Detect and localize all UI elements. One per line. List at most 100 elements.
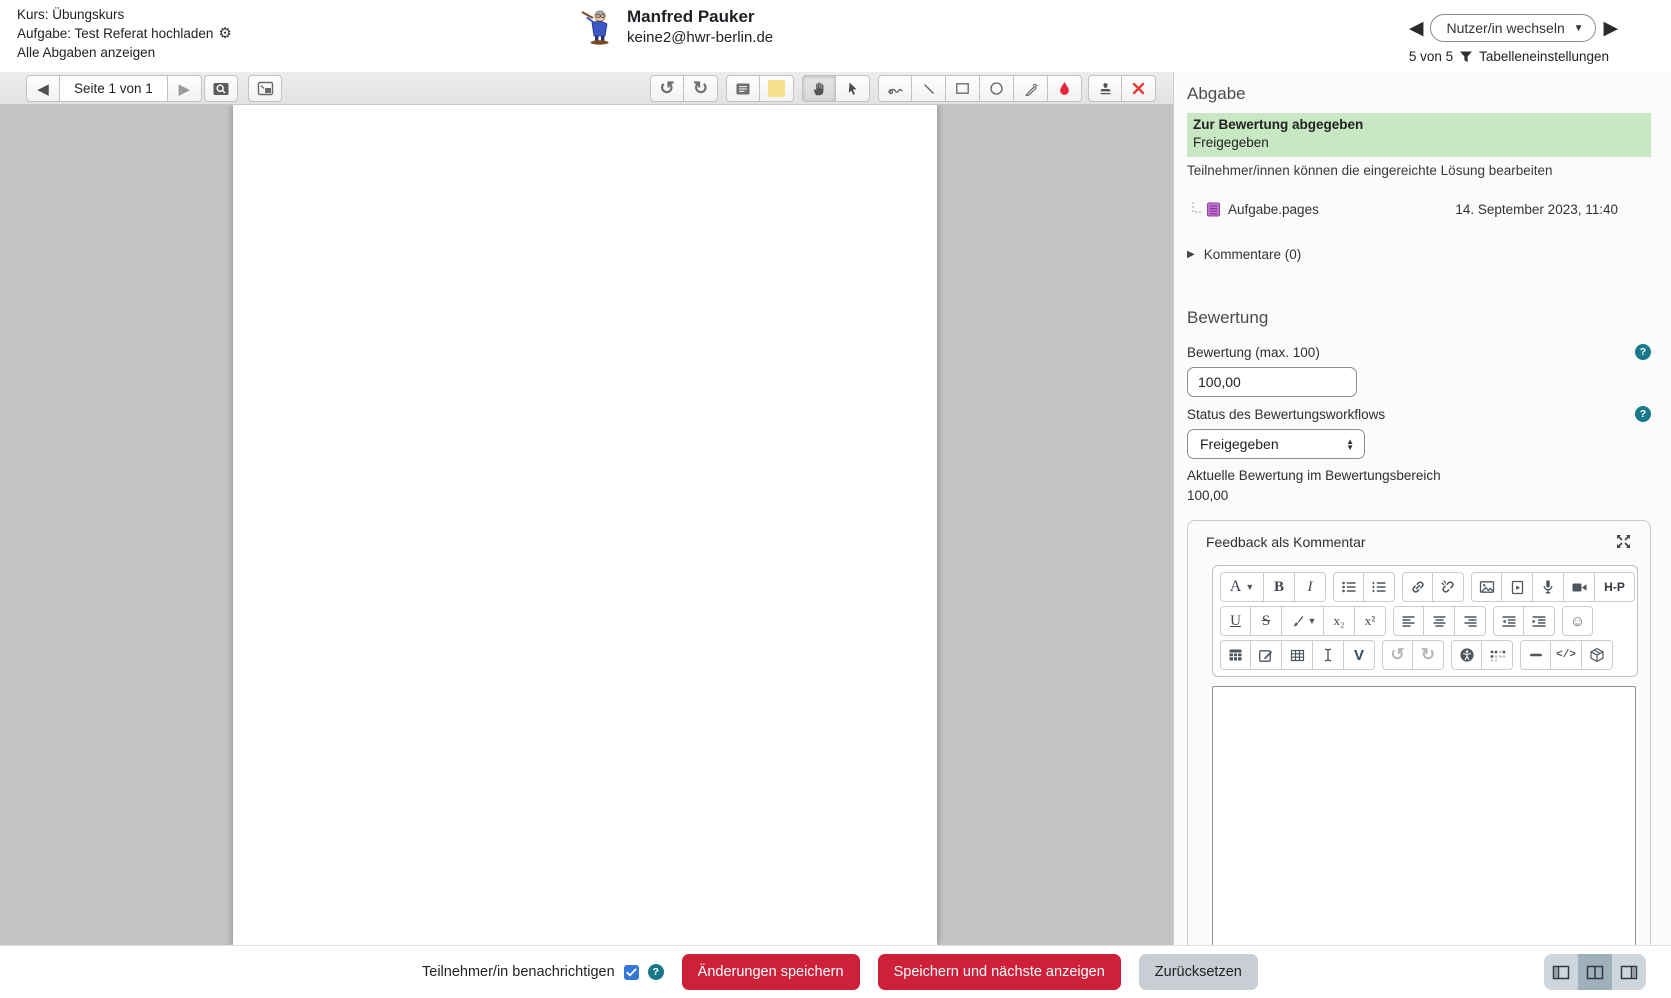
expand-view-button[interactable] xyxy=(248,75,282,102)
cursor-arrow-icon xyxy=(848,82,857,95)
notify-checkbox[interactable] xyxy=(623,964,639,980)
settings-gear-icon[interactable]: ⚙ xyxy=(218,24,231,43)
paintbrush-icon xyxy=(1292,615,1303,626)
rotate-left-button[interactable]: ↺ xyxy=(650,75,684,102)
underline-button[interactable]: U xyxy=(1220,606,1251,636)
sketchfab-embed-button[interactable] xyxy=(1582,640,1613,670)
accessibility-checker-button[interactable] xyxy=(1451,640,1482,670)
layout-left-icon xyxy=(1552,965,1570,979)
fullscreen-expand-icon[interactable] xyxy=(1615,533,1632,550)
paragraph-style-button[interactable]: A ▼ xyxy=(1220,572,1264,602)
table-icon xyxy=(1290,649,1304,661)
unlink-button[interactable] xyxy=(1433,572,1464,602)
undo-button[interactable]: ↺ xyxy=(1382,640,1413,670)
superscript-button[interactable]: x² xyxy=(1355,606,1386,636)
text-color-button[interactable]: ▼ xyxy=(1282,606,1324,636)
h5p-button[interactable]: H-P xyxy=(1595,572,1635,602)
view-all-submissions-link[interactable]: Alle Abgaben anzeigen xyxy=(17,43,232,62)
indent-icon xyxy=(1532,615,1546,627)
layout-split-button[interactable] xyxy=(1578,954,1612,990)
workflow-help-icon[interactable]: ? xyxy=(1635,406,1651,422)
manage-files-button[interactable] xyxy=(1251,640,1282,670)
user-email: keine2@hwr-berlin.de xyxy=(627,29,774,46)
previous-page-button[interactable]: ◀ xyxy=(26,75,60,102)
rotate-left-icon: ↺ xyxy=(659,78,675,98)
numbered-list-icon xyxy=(1372,581,1386,593)
next-user-arrow[interactable]: ▶ xyxy=(1603,19,1618,38)
search-comments-button[interactable] xyxy=(204,75,238,102)
review-panel: Abgabe Zur Bewertung abgegeben Freigegeb… xyxy=(1173,72,1671,970)
rectangle-tool-button[interactable] xyxy=(946,75,980,102)
layout-collapse-review-button[interactable] xyxy=(1544,954,1578,990)
strikethrough-button[interactable]: S xyxy=(1251,606,1282,636)
horizontal-rule-button[interactable] xyxy=(1520,640,1551,670)
comments-label: Kommentare (0) xyxy=(1203,247,1302,262)
align-right-button[interactable] xyxy=(1455,606,1486,636)
insert-image-button[interactable] xyxy=(1471,572,1502,602)
redo-button[interactable]: ↻ xyxy=(1413,640,1444,670)
ordered-list-button[interactable] xyxy=(1364,572,1395,602)
table-settings-link[interactable]: Tabelleneinstellungen xyxy=(1479,49,1609,64)
screenreader-helper-button[interactable] xyxy=(1482,640,1513,670)
previous-user-arrow[interactable]: ◀ xyxy=(1409,19,1424,38)
drag-tool-button[interactable] xyxy=(802,75,836,102)
bold-button[interactable]: B xyxy=(1264,572,1295,602)
delete-x-icon xyxy=(1132,82,1145,95)
red-droplet-icon xyxy=(1060,82,1069,95)
unordered-list-button[interactable] xyxy=(1333,572,1364,602)
feedback-textarea[interactable] xyxy=(1212,686,1636,958)
record-video-button[interactable] xyxy=(1564,572,1595,602)
rotate-right-icon: ↻ xyxy=(692,78,709,98)
filter-icon[interactable] xyxy=(1459,50,1473,64)
ellipse-tool-button[interactable] xyxy=(980,75,1014,102)
highlighter-tool-button[interactable] xyxy=(1014,75,1048,102)
workflow-select[interactable]: Freigegeben ▲ ▼ xyxy=(1187,429,1365,459)
course-label: Kurs: Übungskurs xyxy=(17,7,125,22)
delete-annotation-button[interactable] xyxy=(1122,75,1156,102)
select-tool-button[interactable] xyxy=(836,75,870,102)
insert-media-button[interactable] xyxy=(1502,572,1533,602)
subscript-button[interactable]: x₂ xyxy=(1324,606,1355,636)
outdent-button[interactable] xyxy=(1493,606,1524,636)
user-select-dropdown[interactable]: Nutzer/in wechseln ▼ xyxy=(1430,14,1597,42)
clear-formatting-button[interactable] xyxy=(1313,640,1344,670)
comments-list-button[interactable] xyxy=(726,75,760,102)
layout-collapse-grade-button[interactable] xyxy=(1612,954,1646,990)
indent-button[interactable] xyxy=(1524,606,1555,636)
outdent-icon xyxy=(1502,615,1515,627)
submission-file-name[interactable]: Aufgabe.pages xyxy=(1228,202,1319,217)
equation-button[interactable] xyxy=(1220,640,1251,670)
wiris-math-button[interactable]: V xyxy=(1344,640,1375,670)
microphone-icon xyxy=(1543,580,1553,594)
save-and-next-button[interactable]: Speichern und nächste anzeigen xyxy=(877,954,1121,990)
emoji-button[interactable]: ☺ xyxy=(1562,606,1593,636)
highlighter-pen-icon xyxy=(1024,83,1037,96)
save-changes-button[interactable]: Änderungen speichern xyxy=(681,954,860,990)
line-tool-button[interactable] xyxy=(912,75,946,102)
align-left-icon xyxy=(1402,615,1415,627)
pen-tool-button[interactable] xyxy=(878,75,912,102)
stamp-tool-button[interactable] xyxy=(1088,75,1122,102)
page-number-field[interactable]: Seite 1 von 1 xyxy=(60,75,168,102)
expand-icon xyxy=(257,81,273,96)
grade-help-icon[interactable]: ? xyxy=(1635,344,1651,360)
submission-status-line2: Freigegeben xyxy=(1193,135,1269,150)
reset-button[interactable]: Zurücksetzen xyxy=(1138,954,1258,990)
next-page-button[interactable]: ▶ xyxy=(167,75,202,102)
html-source-button[interactable]: </> xyxy=(1551,640,1582,670)
check-icon xyxy=(625,968,637,976)
grade-input[interactable] xyxy=(1187,367,1357,397)
rotate-right-button[interactable]: ↻ xyxy=(684,75,718,102)
table-button[interactable] xyxy=(1282,640,1313,670)
align-left-button[interactable] xyxy=(1393,606,1424,636)
search-comments-icon xyxy=(213,82,229,95)
pdf-page[interactable] xyxy=(233,105,937,945)
highlight-color-button[interactable] xyxy=(760,75,794,102)
comments-toggle[interactable]: ▶ Kommentare (0) xyxy=(1187,247,1651,262)
align-center-button[interactable] xyxy=(1424,606,1455,636)
notify-help-icon[interactable]: ? xyxy=(647,964,664,980)
record-audio-button[interactable] xyxy=(1533,572,1564,602)
link-button[interactable] xyxy=(1402,572,1433,602)
italic-button[interactable]: I xyxy=(1295,572,1326,602)
annotation-color-button[interactable] xyxy=(1048,75,1082,102)
